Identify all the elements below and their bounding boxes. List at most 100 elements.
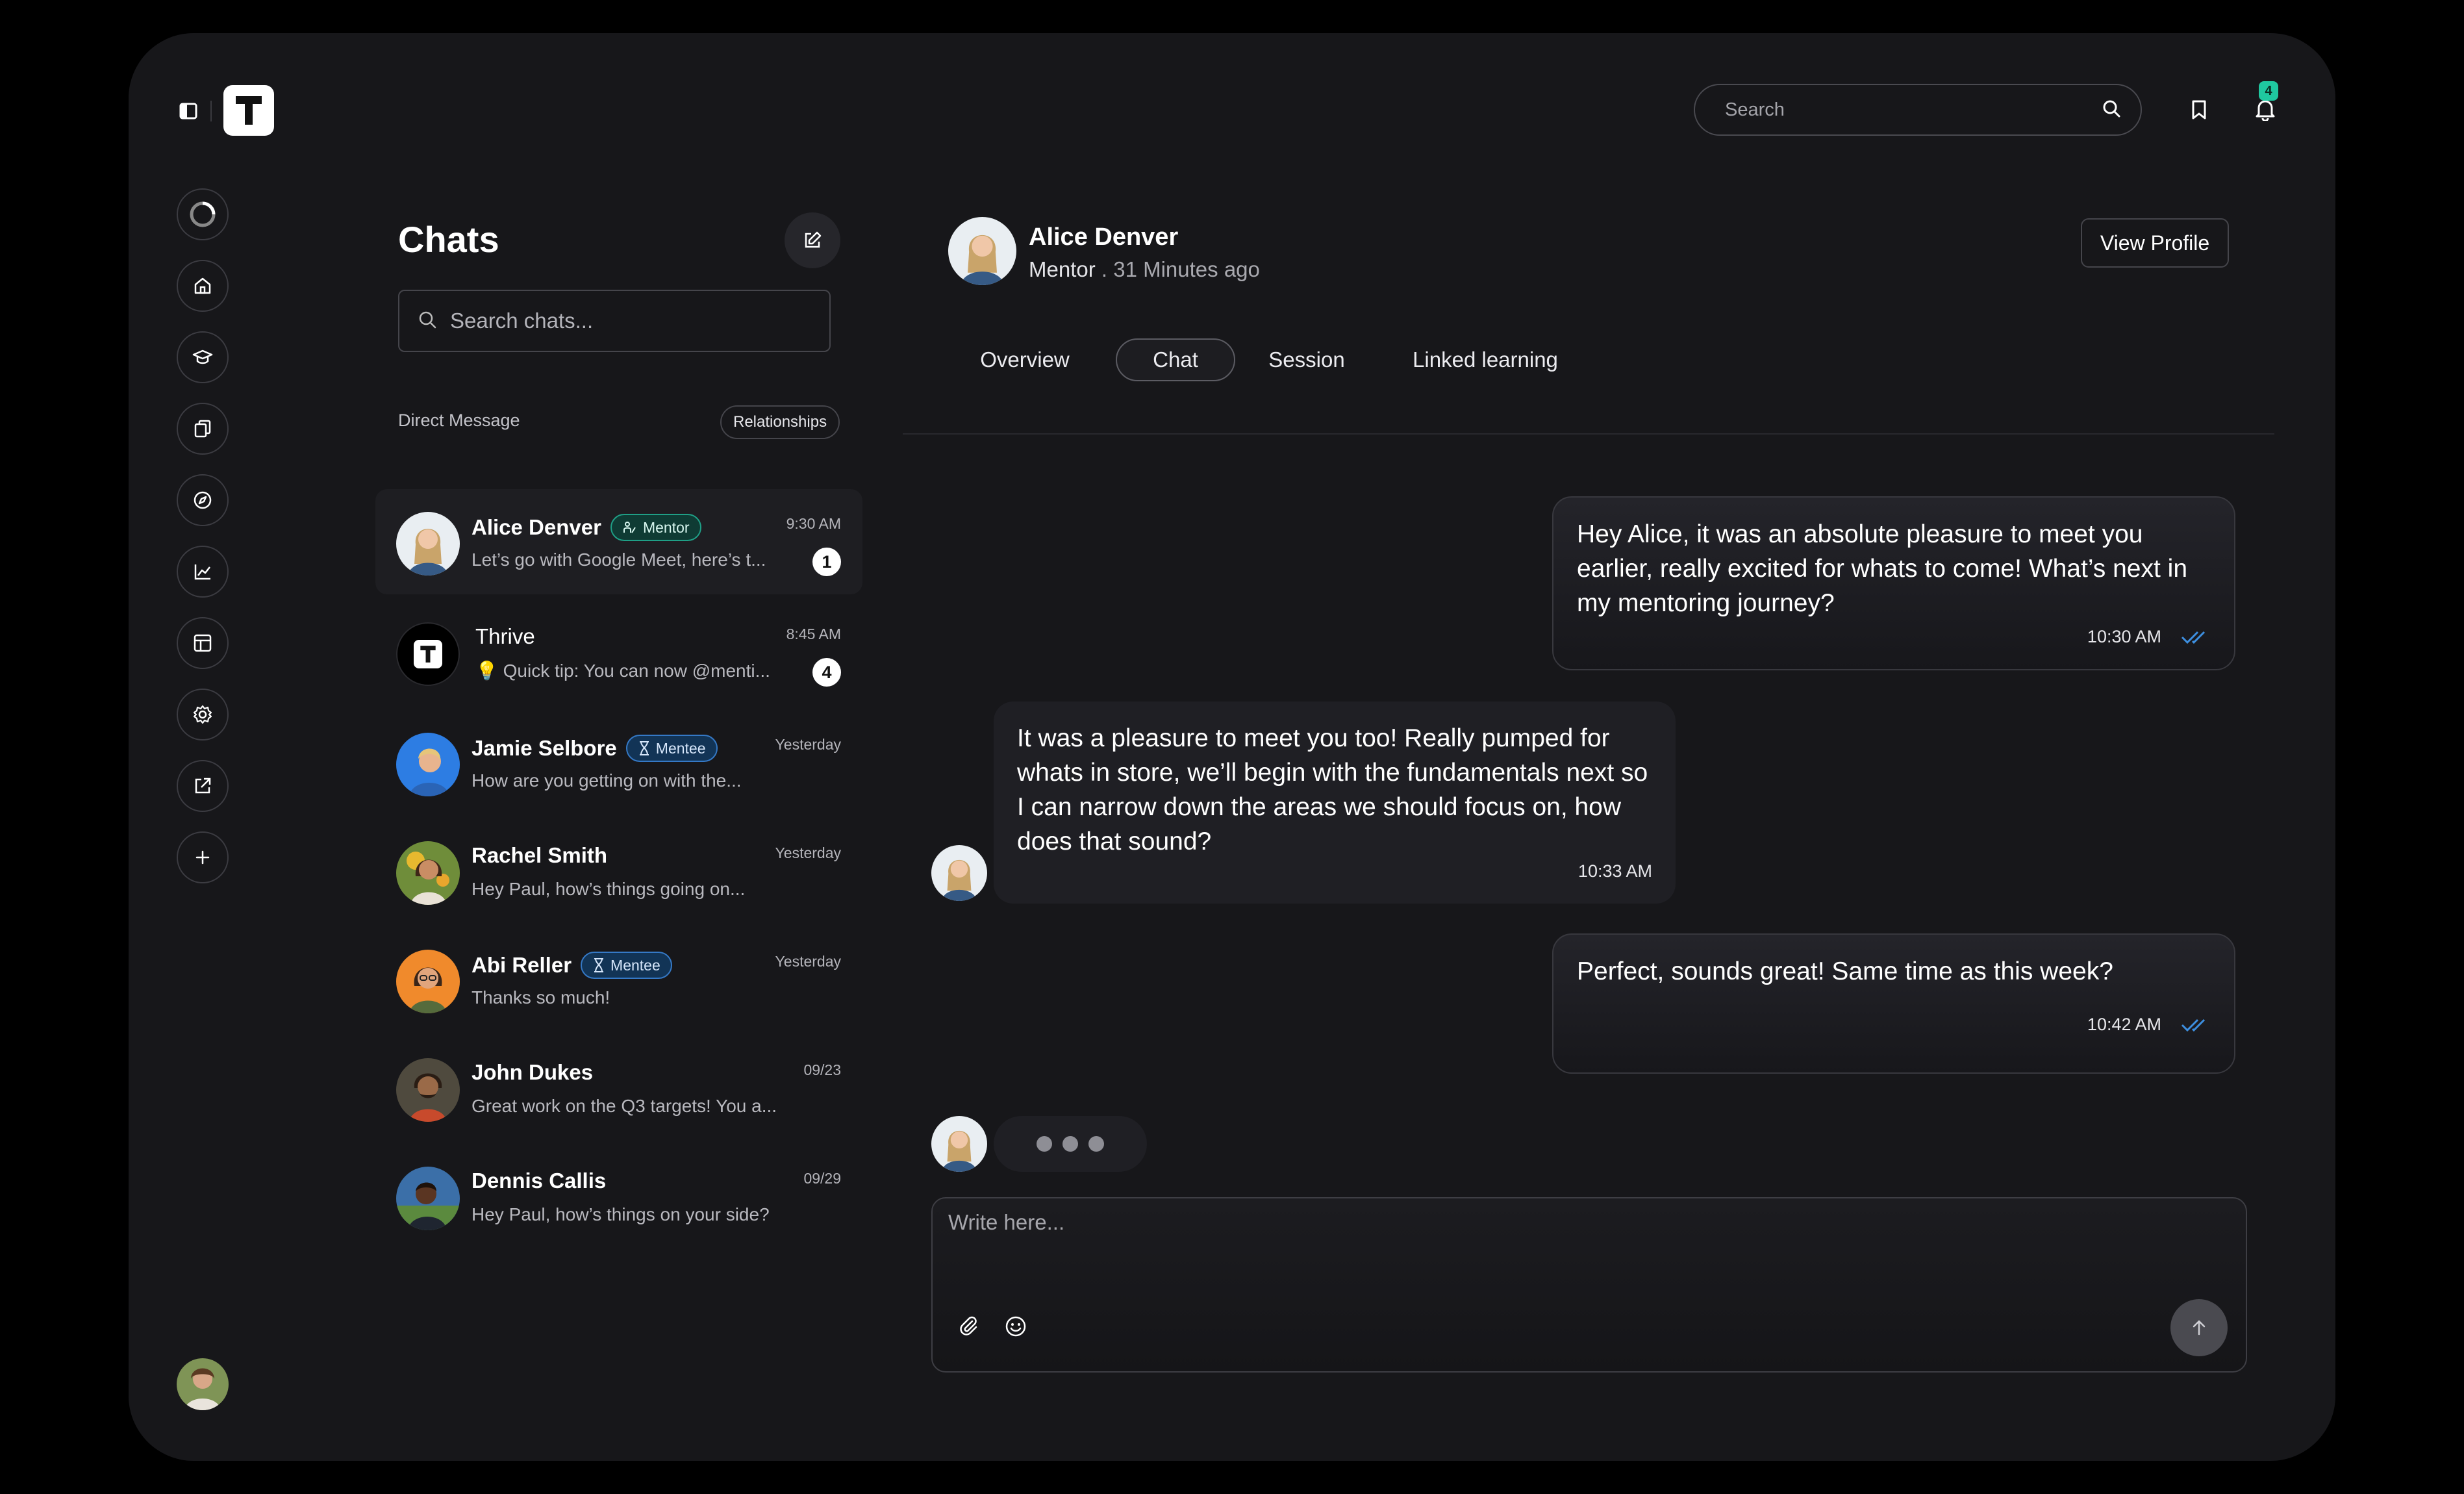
- send-button[interactable]: [2170, 1299, 2228, 1356]
- unread-count-badge: 4: [812, 658, 841, 687]
- home-icon[interactable]: [177, 260, 229, 312]
- chart-icon[interactable]: [177, 546, 229, 598]
- avatar: [396, 950, 460, 1013]
- message-outgoing: Perfect, sounds great! Same time as this…: [1552, 933, 2235, 1074]
- contact-name: Abi Reller: [471, 953, 572, 977]
- topbar-divider: [210, 101, 212, 121]
- chat-item-alice-denver[interactable]: Alice Denver Mentor Let’s go with Google…: [375, 489, 862, 594]
- conversation-status: Mentor . 31 Minutes ago: [1029, 257, 1260, 282]
- view-profile-button[interactable]: View Profile: [2081, 218, 2229, 268]
- chat-item-rachel-smith[interactable]: Rachel Smith Hey Paul, how’s things goin…: [375, 818, 862, 924]
- contact-name: John Dukes: [471, 1060, 594, 1084]
- sidebar-toggle-icon[interactable]: [178, 101, 199, 121]
- mentee-badge: Mentee: [581, 952, 672, 979]
- tab-chat[interactable]: Chat: [1116, 338, 1235, 381]
- conversation-role: Mentor: [1029, 257, 1096, 281]
- message-time: 9:30 AM: [786, 515, 841, 532]
- layout-icon[interactable]: [177, 617, 229, 669]
- message-input[interactable]: [948, 1210, 2182, 1288]
- message-preview: Hey Paul, how’s things on your side?: [471, 1204, 770, 1224]
- chat-item-abi-reller[interactable]: Abi Reller Mentee Thanks so much! Yester…: [375, 927, 862, 1032]
- avatar: [396, 841, 460, 905]
- chat-item-jamie-selbore[interactable]: Jamie Selbore Mentee How are you getting…: [375, 710, 862, 815]
- message-preview: Let’s go with Google Meet, here’s t...: [471, 550, 766, 570]
- message-outgoing: Hey Alice, it was an absolute pleasure t…: [1552, 496, 2235, 670]
- avatar: [396, 512, 460, 576]
- message-text: Perfect, sounds great! Same time as this…: [1577, 957, 2113, 985]
- contact-name: Alice Denver: [471, 515, 601, 539]
- badge-label: Mentor: [642, 518, 690, 536]
- tab-overview[interactable]: Overview: [968, 338, 1082, 381]
- typing-indicator: [994, 1116, 1147, 1172]
- graduation-cap-icon[interactable]: [177, 331, 229, 383]
- plus-icon[interactable]: [177, 831, 229, 883]
- chats-title: Chats: [398, 219, 499, 260]
- direct-message-label: Direct Message: [398, 411, 520, 430]
- sender-avatar: [931, 1116, 987, 1172]
- sender-avatar: [931, 845, 987, 901]
- thrive-logo-icon: [414, 640, 442, 668]
- compose-button[interactable]: [785, 212, 840, 268]
- message-time: Yesterday: [775, 844, 841, 861]
- relationships-button[interactable]: Relationships: [720, 405, 840, 439]
- chat-item-thrive[interactable]: Thrive 💡 Quick tip: You can now @menti..…: [375, 600, 862, 705]
- message-composer: [931, 1197, 2247, 1373]
- message-incoming: It was a pleasure to meet you too! Reall…: [994, 702, 1676, 904]
- last-seen: . 31 Minutes ago: [1095, 257, 1260, 281]
- hourglass-icon: [639, 741, 649, 755]
- global-search[interactable]: [1694, 84, 2142, 136]
- double-check-icon: [2181, 631, 2206, 644]
- message-text: Hey Alice, it was an absolute pleasure t…: [1577, 520, 2188, 617]
- typing-dot: [1037, 1136, 1052, 1152]
- notification-count-badge: 4: [2259, 81, 2278, 101]
- message-time: 10:33 AM: [1578, 861, 1652, 881]
- message-text: It was a pleasure to meet you too! Reall…: [1017, 724, 1648, 855]
- user-avatar[interactable]: [177, 1358, 229, 1410]
- typing-dot: [1088, 1136, 1104, 1152]
- mentor-icon: [623, 522, 636, 533]
- loading-icon[interactable]: [177, 188, 229, 240]
- chat-search-input[interactable]: [450, 309, 811, 333]
- attachment-icon[interactable]: [955, 1312, 983, 1341]
- unread-count-badge: 1: [812, 548, 841, 576]
- message-preview: Thanks so much!: [471, 987, 610, 1007]
- bookmark-icon[interactable]: [2183, 94, 2215, 125]
- mentor-badge: Mentor: [610, 514, 701, 541]
- message-time: 8:45 AM: [786, 626, 841, 642]
- search-icon[interactable]: [2102, 99, 2121, 121]
- message-preview: 💡 Quick tip: You can now @menti...: [475, 661, 770, 681]
- mentee-badge: Mentee: [625, 735, 718, 762]
- badge-label: Mentee: [610, 956, 660, 974]
- contact-name: Rachel Smith: [471, 843, 608, 867]
- external-link-icon[interactable]: [177, 760, 229, 812]
- compose-icon: [805, 231, 822, 248]
- global-search-input[interactable]: [1725, 99, 2102, 121]
- chat-item-john-dukes[interactable]: John Dukes Great work on the Q3 targets!…: [375, 1035, 862, 1141]
- message-time: 10:42 AM: [2087, 1015, 2161, 1034]
- documents-icon[interactable]: [177, 403, 229, 455]
- hourglass-icon: [594, 958, 604, 972]
- conversation-name: Alice Denver: [1029, 223, 1179, 251]
- avatar: [396, 733, 460, 796]
- app-window: 4 Chats Direct Message Rel: [129, 33, 2335, 1461]
- avatar: [396, 1167, 460, 1230]
- message-time: 09/23: [803, 1061, 841, 1078]
- settings-icon[interactable]: [177, 689, 229, 741]
- tab-linked-learning[interactable]: Linked learning: [1378, 338, 1592, 381]
- avatar: [396, 1058, 460, 1122]
- tab-session[interactable]: Session: [1248, 338, 1365, 381]
- compass-icon[interactable]: [177, 474, 229, 526]
- app-logo[interactable]: [223, 85, 274, 136]
- message-time: Yesterday: [775, 736, 841, 753]
- chat-item-dennis-callis[interactable]: Dennis Callis Hey Paul, how’s things on …: [375, 1144, 862, 1249]
- typing-dot: [1062, 1136, 1078, 1152]
- message-time: 09/29: [803, 1170, 841, 1187]
- message-preview: Great work on the Q3 targets! You a...: [471, 1096, 777, 1116]
- chat-search[interactable]: [398, 290, 831, 352]
- arrow-up-icon: [2193, 1320, 2206, 1336]
- conversation-avatar[interactable]: [948, 217, 1016, 285]
- emoji-icon[interactable]: [1001, 1312, 1030, 1341]
- contact-name: Thrive: [475, 624, 535, 648]
- contact-name: Jamie Selbore: [471, 736, 617, 760]
- message-preview: How are you getting on with the...: [471, 770, 742, 791]
